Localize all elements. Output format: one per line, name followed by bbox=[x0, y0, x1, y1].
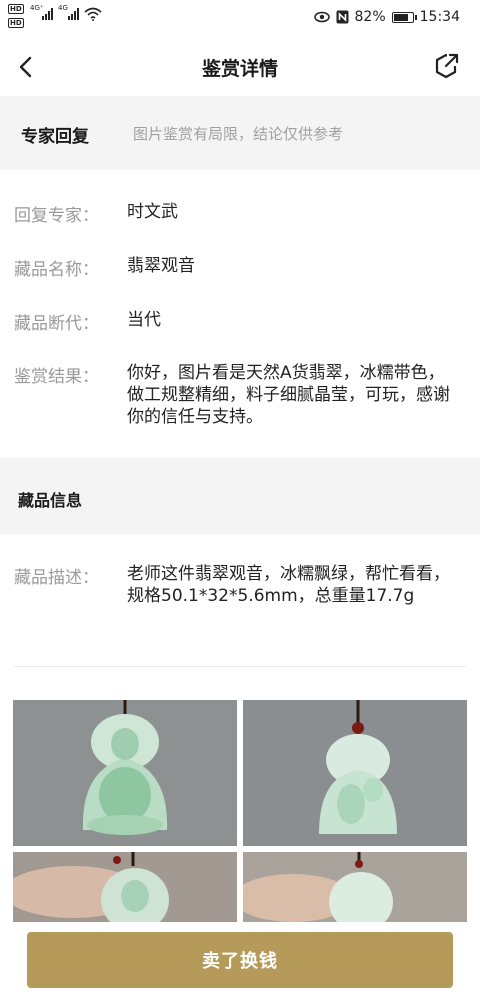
eye-comfort-icon bbox=[313, 11, 330, 23]
item-photo[interactable] bbox=[243, 700, 467, 846]
signal-icon bbox=[68, 8, 79, 20]
section-title: 专家回复 bbox=[21, 127, 89, 147]
row-value: 你好，图片看是天然A货翡翠，冰糯带色，做工规整精细，料子细腻晶莹，可玩，感谢你的… bbox=[127, 363, 450, 427]
item-photo[interactable] bbox=[13, 852, 237, 922]
network-type-label: 4G bbox=[58, 4, 68, 12]
row-label: 藏品名称： bbox=[14, 260, 99, 280]
battery-fill bbox=[393, 13, 409, 21]
status-right: 82% 15:34 bbox=[313, 9, 460, 25]
section-title: 藏品信息 bbox=[18, 491, 83, 510]
expert-reply-header: 专家回复 图片鉴赏有局限，结论仅供参考 bbox=[0, 96, 480, 170]
jade-back-photo bbox=[243, 700, 467, 846]
jade-in-hand-back-photo bbox=[243, 852, 467, 922]
sell-for-cash-button[interactable]: 卖了换钱 bbox=[27, 932, 453, 988]
item-photo[interactable] bbox=[13, 700, 237, 846]
disclaimer-note: 图片鉴赏有局限，结论仅供参考 bbox=[133, 125, 344, 143]
signal-icon bbox=[42, 8, 53, 20]
row-value: 当代 bbox=[127, 310, 161, 330]
share-icon bbox=[435, 53, 459, 79]
clock: 15:34 bbox=[419, 9, 460, 25]
hd-badge: HD bbox=[8, 18, 24, 28]
row-label: 藏品断代： bbox=[14, 314, 99, 334]
row-value: 翡翠观音 bbox=[127, 256, 195, 276]
row-label: 回复专家： bbox=[14, 206, 99, 226]
nfc-icon bbox=[336, 10, 349, 24]
battery-icon bbox=[391, 11, 417, 23]
status-bar: HD HD 4G⁺ 4G 82% 15:34 bbox=[0, 0, 480, 36]
item-info-header: 藏品信息 bbox=[0, 458, 480, 534]
row-label: 藏品描述： bbox=[14, 568, 99, 588]
share-button[interactable] bbox=[432, 52, 460, 80]
row-value: 老师这件翡翠观音，冰糯飘绿，帮忙看看，规格50.1*32*5.6mm，总重量17… bbox=[127, 564, 450, 606]
row-label: 鉴赏结果： bbox=[14, 367, 99, 387]
nav-bar: 鉴赏详情 bbox=[0, 36, 480, 96]
row-value: 时文武 bbox=[127, 202, 178, 222]
bottom-action-bar: 卖了换钱 bbox=[0, 922, 480, 996]
jade-front-photo bbox=[13, 700, 237, 846]
divider bbox=[14, 666, 466, 667]
jade-in-hand-photo bbox=[13, 852, 237, 922]
hd-badge: HD bbox=[8, 4, 24, 14]
page-title: 鉴赏详情 bbox=[201, 58, 278, 80]
item-photo[interactable] bbox=[243, 852, 467, 922]
wifi-icon bbox=[84, 7, 102, 21]
battery-percent: 82% bbox=[354, 9, 386, 25]
